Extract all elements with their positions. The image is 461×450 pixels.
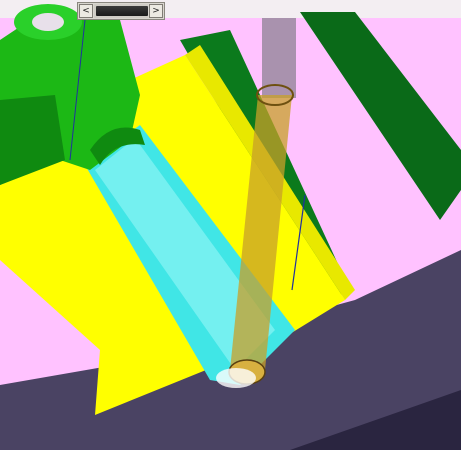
horizontal-scrollbar[interactable]: < > [77, 2, 165, 20]
chevron-right-icon[interactable]: > [149, 4, 163, 18]
3d-viewport[interactable] [0, 0, 461, 450]
chevron-left-icon[interactable]: < [79, 4, 93, 18]
scrollbar-track[interactable] [94, 4, 148, 18]
tool-tip-glow [216, 368, 256, 388]
boss-hole [32, 13, 64, 31]
scrollbar-thumb[interactable] [96, 6, 148, 16]
